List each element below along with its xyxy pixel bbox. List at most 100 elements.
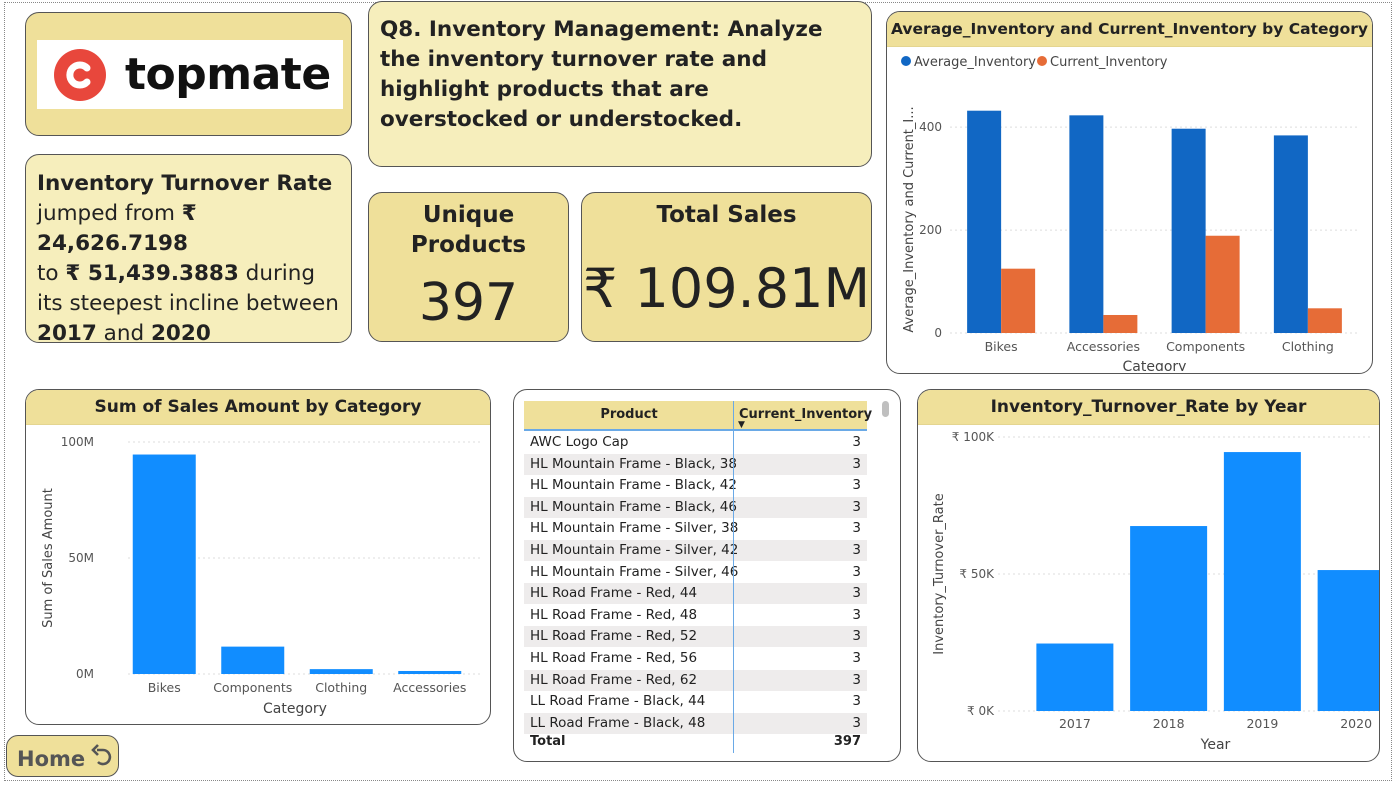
table-total-row: Total 397 [524, 731, 867, 753]
home-button-label: Home [17, 747, 86, 771]
question-card: Q8. Inventory Management: Analyze the in… [368, 1, 872, 167]
bar-Components [221, 646, 285, 674]
logo-text: topmate [125, 49, 331, 100]
x-tick-label: Components [1166, 339, 1245, 354]
y-axis-title: Average_Inventory and Current_I... [902, 106, 917, 332]
chart-avg-current-inventory[interactable]: Average_Inventory and Current_Inventory … [886, 11, 1373, 374]
table-row[interactable]: HL Road Frame - Red, 52 3 [524, 626, 867, 648]
x-axis-title: Category [263, 701, 327, 717]
bar-Bikes [132, 454, 196, 674]
inventory-table[interactable]: Product Current_Inventory ▼ AWC Logo Cap… [513, 389, 901, 762]
insight-to-value: ₹ 51,439.3883 [65, 261, 239, 286]
cell-product: HL Mountain Frame - Black, 38 [530, 455, 737, 472]
cell-product: AWC Logo Cap [530, 434, 629, 450]
cell-current-inventory: 3 [852, 498, 861, 515]
kpi-sales-title: Total Sales [656, 202, 797, 228]
logo-card: topmate [25, 12, 352, 136]
table-header: Product Current_Inventory ▼ [524, 401, 872, 431]
chart-turnover-by-year[interactable]: Inventory_Turnover_Rate by Year ₹ 0K ₹ 50… [917, 389, 1380, 762]
legend-marker-1 [1037, 56, 1047, 66]
total-value: 397 [833, 734, 861, 749]
topmate-logo-icon [54, 48, 106, 101]
chart-sales-by-category[interactable]: Sum of Sales Amount by Category 0M 50M 100… [25, 389, 491, 725]
table-row[interactable]: HL Mountain Frame - Black, 42 3 [524, 475, 867, 496]
table-scrollbar[interactable] [882, 401, 889, 417]
table-row[interactable]: AWC Logo Cap 3 [524, 432, 867, 453]
cell-current-inventory: 3 [852, 606, 861, 623]
kpi-products-title-2: Products [410, 232, 527, 258]
kpi-products-value: 397 [418, 273, 519, 333]
insight-part4: and [96, 321, 151, 346]
y-tick-label: ₹ 0K [967, 704, 995, 718]
cell-product: HL Road Frame - Red, 44 [530, 585, 698, 602]
home-button[interactable]: Home [6, 735, 119, 777]
insight-card: Inventory Turnover Rate jumped from ₹ 24… [25, 154, 352, 346]
bar-Current_Inventory-Accessories [1103, 314, 1138, 333]
cell-product: HL Road Frame - Red, 48 [530, 606, 698, 623]
bar-Average_Inventory-Clothing [1273, 135, 1308, 333]
header-current-inventory[interactable]: Current_Inventory [739, 407, 872, 422]
kpi-sales-value: ₹ 109.81M [582, 257, 871, 320]
back-arrow-icon [91, 744, 112, 766]
bar-Average_Inventory-Components [1171, 128, 1206, 333]
table-row[interactable]: HL Mountain Frame - Silver, 46 3 [524, 562, 867, 583]
x-tick-label: Accessories [393, 680, 466, 695]
cell-product: HL Mountain Frame - Silver, 42 [530, 542, 739, 558]
table-row[interactable]: HL Mountain Frame - Black, 46 3 [524, 496, 867, 518]
table-row[interactable]: HL Mountain Frame - Silver, 38 3 [524, 518, 867, 539]
x-axis-title: Year [1200, 737, 1231, 753]
table-row[interactable]: HL Road Frame - Red, 48 3 [524, 605, 867, 626]
legend-label-0: Average_Inventory [914, 55, 1036, 70]
cell-product: HL Mountain Frame - Silver, 46 [530, 563, 739, 580]
cell-current-inventory: 3 [852, 671, 861, 688]
cell-current-inventory: 3 [852, 714, 861, 731]
x-tick-label: Clothing [1282, 339, 1334, 354]
table-row[interactable]: HL Road Frame - Red, 62 3 [524, 669, 867, 691]
x-tick-label: Accessories [1067, 339, 1140, 354]
chart1-svg: Average_Inventory Current_Inventory 0 200 40… [901, 55, 1359, 371]
cell-product: HL Road Frame - Red, 56 [530, 650, 698, 666]
x-tick-label: 2019 [1246, 716, 1278, 731]
cell-current-inventory: 3 [852, 563, 861, 580]
cell-current-inventory: 3 [852, 477, 861, 494]
bar-Current_Inventory-Clothing [1307, 308, 1342, 333]
bar-Clothing [309, 669, 373, 674]
insight-heading: Inventory Turnover Rate [37, 171, 333, 196]
cell-product: HL Road Frame - Red, 62 [530, 671, 698, 688]
kpi-total-sales: Total Sales ₹ 109.81M [581, 192, 872, 342]
x-tick-label: 2017 [1059, 716, 1091, 731]
column-divider [733, 401, 734, 753]
bar-Average_Inventory-Accessories [1069, 115, 1104, 333]
chart2-svg: 0M 50M 100M Bikes Components Clothing Accessor… [41, 435, 482, 717]
insight-part1: jumped from [37, 201, 182, 226]
legend-label-1: Current_Inventory [1050, 55, 1168, 70]
bar-2018 [1130, 526, 1208, 711]
chart2-title: Sum of Sales Amount by Category [26, 390, 490, 425]
table-row[interactable]: HL Road Frame - Red, 44 3 [524, 583, 867, 605]
sort-desc-icon[interactable]: ▼ [738, 420, 745, 430]
insight-part2: to [37, 261, 66, 286]
y-tick-label: ₹ 50K [959, 567, 995, 581]
bar-Current_Inventory-Components [1205, 235, 1240, 333]
insight-text: Inventory Turnover Rate jumped from ₹ 24… [37, 169, 347, 349]
table-row[interactable]: HL Mountain Frame - Black, 38 3 [524, 453, 867, 475]
kpi-products-title-1: Unique [422, 202, 515, 228]
cell-current-inventory: 3 [852, 542, 861, 558]
y-axis-title: Inventory_Turnover_Rate [932, 493, 947, 654]
header-product[interactable]: Product [524, 407, 734, 422]
table-row[interactable]: HL Road Frame - Red, 56 3 [524, 648, 867, 669]
cell-current-inventory: 3 [852, 455, 861, 472]
insight-year-start: 2017 [37, 321, 97, 346]
x-tick-label: Bikes [148, 680, 181, 695]
y-tick-label: 100M [61, 435, 94, 449]
cell-current-inventory: 3 [852, 650, 861, 666]
bar-2017 [1036, 643, 1114, 711]
cell-product: LL Road Frame - Black, 48 [530, 714, 706, 731]
bar-Average_Inventory-Bikes [967, 110, 1002, 333]
cell-product: LL Road Frame - Black, 44 [530, 693, 706, 710]
y-tick-label: ₹ 100K [952, 430, 995, 444]
y-tick-label: 400 [919, 120, 942, 134]
table-row[interactable]: HL Mountain Frame - Silver, 42 3 [524, 540, 867, 561]
table-row[interactable]: LL Road Frame - Black, 44 3 [524, 691, 867, 712]
cell-current-inventory: 3 [852, 628, 861, 645]
